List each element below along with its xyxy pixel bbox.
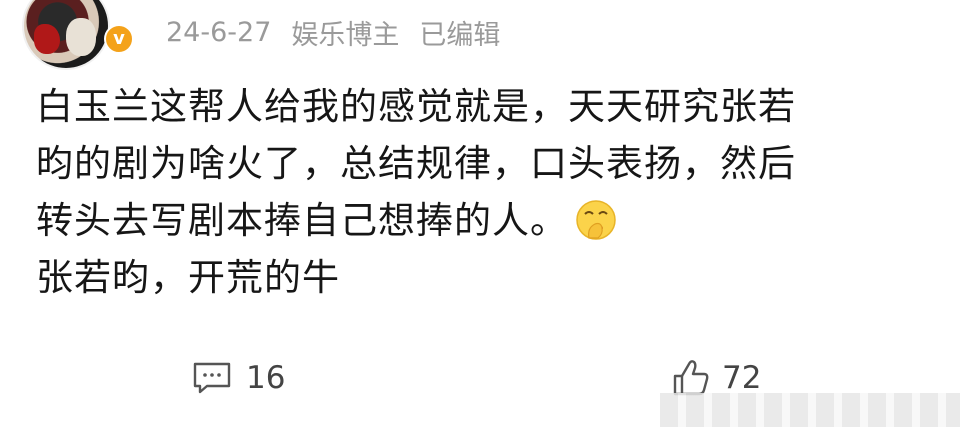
user-avatar[interactable] xyxy=(22,0,110,70)
comment-icon xyxy=(193,362,231,394)
post-line-4: 张若昀，开荒的牛 xyxy=(36,256,340,299)
comment-count: 16 xyxy=(246,360,286,396)
edited-label: 已编辑 xyxy=(419,19,501,51)
post-line-3-text: 转头去写剧本捧自己想捧的人。 xyxy=(36,199,568,242)
post-source: 娱乐博主 xyxy=(291,19,400,51)
avatar-figure-red xyxy=(34,24,60,54)
avatar-figure-light xyxy=(66,18,96,56)
post-content: 白玉兰这帮人给我的感觉就是，天天研究张若 昀的剧为啥火了，总结规律，口头表扬，然… xyxy=(36,78,926,306)
post-line-1: 白玉兰这帮人给我的感觉就是，天天研究张若 xyxy=(36,85,796,128)
watermark xyxy=(660,393,960,427)
post-meta: 24-6-27 娱乐博主 已编辑 xyxy=(166,12,500,52)
comment-button[interactable]: 16 xyxy=(192,356,285,400)
verified-badge-icon: v xyxy=(104,24,134,54)
post-date: 24-6-27 xyxy=(166,16,272,48)
thumbs-up-icon xyxy=(673,360,709,396)
post-line-2: 昀的剧为啥火了，总结规律，口头表扬，然后 xyxy=(36,142,796,185)
shush-face-emoji xyxy=(576,199,616,240)
post-line-3: 转头去写剧本捧自己想捧的人。 xyxy=(36,192,926,249)
like-count: 72 xyxy=(722,360,762,396)
